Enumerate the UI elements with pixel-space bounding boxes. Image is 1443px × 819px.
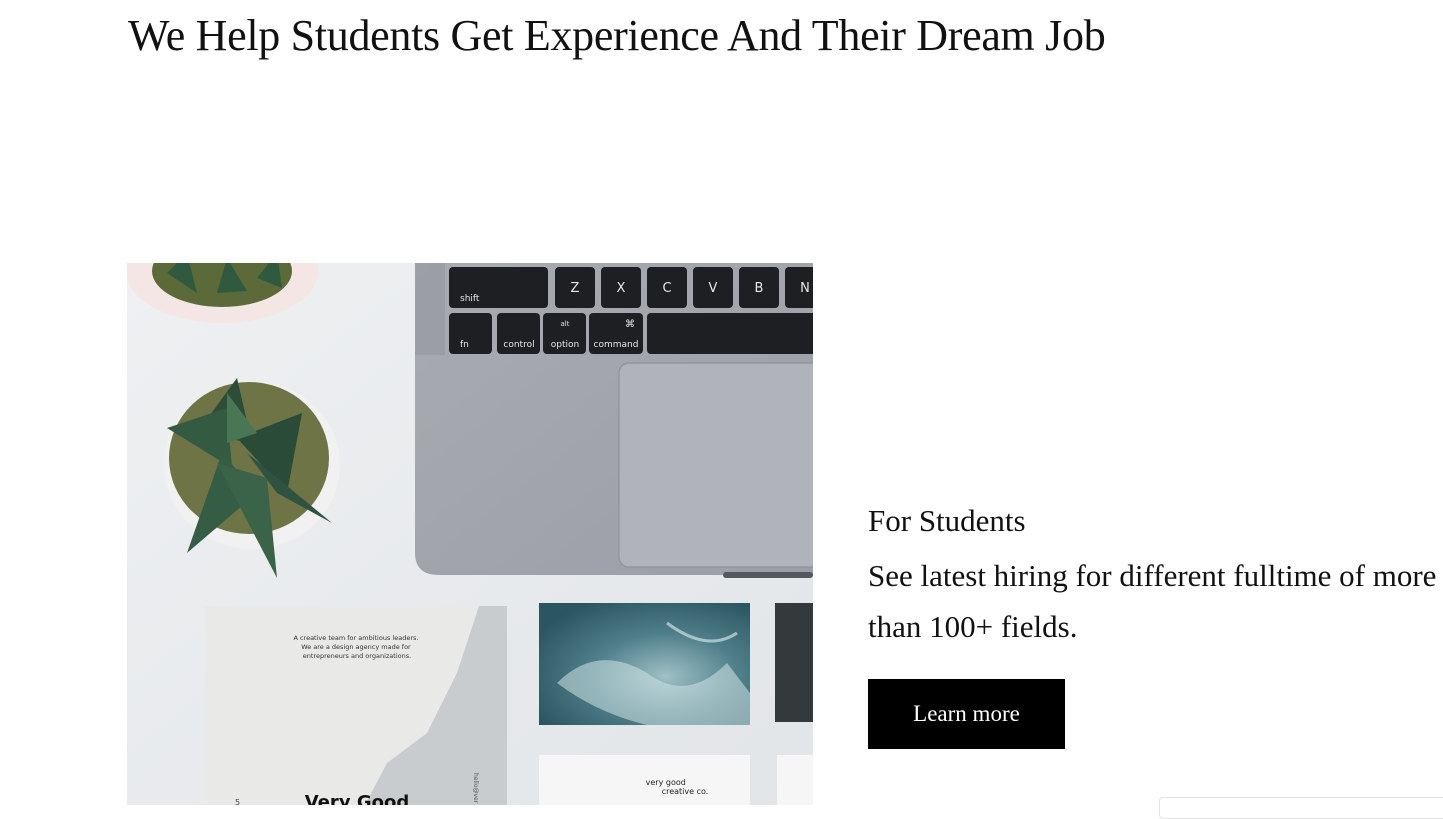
trackpad <box>618 362 813 568</box>
floating-widget-edge[interactable] <box>1159 797 1443 819</box>
business-card-large: A creative team for ambitious leaders. W… <box>205 606 507 805</box>
card-tagline-3: entrepreneurs and organizations. <box>303 652 411 660</box>
for-students-section: For Students See latest hiring for diffe… <box>868 500 1438 652</box>
key-v: V <box>709 281 718 296</box>
section-title: For Students <box>868 503 1026 538</box>
section-description: See latest hiring for different fulltime… <box>868 558 1437 644</box>
key-command: command <box>594 340 639 350</box>
key-fn: fn <box>460 340 469 350</box>
card-side-text: hello@ver <box>472 773 479 804</box>
card-tagline-1: A creative team for ambitious leaders. <box>293 634 418 642</box>
key-x: X <box>617 281 626 296</box>
card-brand-small-2: creative co. <box>662 787 709 796</box>
svg-text:A creative team for ambitious: A creative team for ambitious leaders. W… <box>293 634 420 660</box>
key-option: option <box>551 340 579 350</box>
card-dark <box>775 603 813 722</box>
learn-more-button[interactable]: Learn more <box>868 679 1065 749</box>
card-brand-large: Very Good <box>305 792 409 805</box>
workspace-illustration: shift Z X C V B N fn control alt option … <box>127 263 813 805</box>
card-water <box>539 603 750 725</box>
key-n: N <box>800 281 810 296</box>
key-alt: alt <box>561 320 570 328</box>
key-z: Z <box>571 281 580 296</box>
key-b: B <box>755 281 764 296</box>
card-tagline-2: We are a design agency made for <box>301 643 411 651</box>
card-brand-small-1: very good <box>646 778 686 787</box>
page-title: We Help Students Get Experience And Thei… <box>128 11 1106 60</box>
key-command-symbol: ⌘ <box>625 319 635 330</box>
key-shift: shift <box>460 294 480 304</box>
workspace-photo: shift Z X C V B N fn control alt option … <box>127 263 813 805</box>
key-c: C <box>662 281 671 296</box>
card-white-small: very good creative co. <box>539 755 750 805</box>
key-control: control <box>503 340 534 350</box>
card-page-num: 5 <box>235 798 240 805</box>
